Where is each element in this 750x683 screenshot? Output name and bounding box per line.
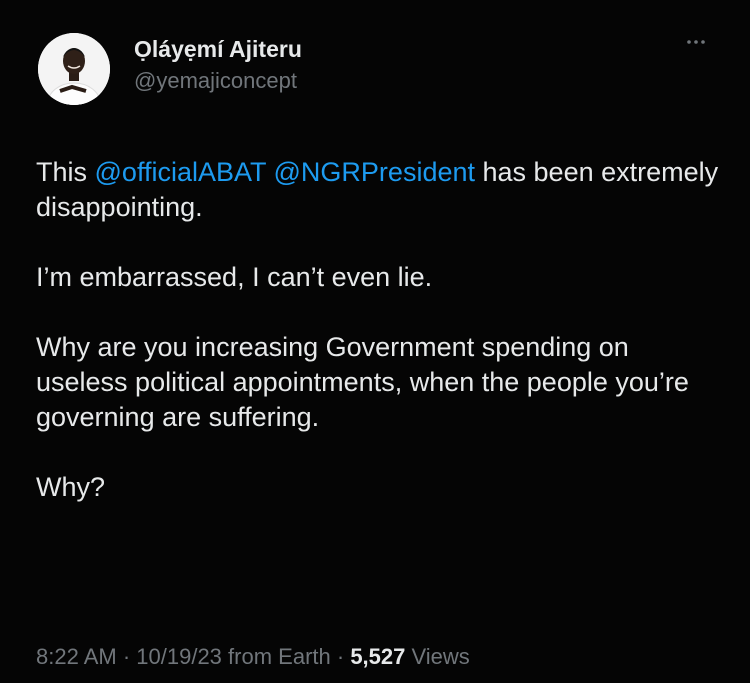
tweet-metadata: 8:22 AM · 10/19/23 from Earth · 5,527 Vi… <box>36 644 470 670</box>
tweet-paragraph-3: Why are you increasing Government spendi… <box>36 332 689 432</box>
tweet-paragraph-1: This @officialABAT @NGRPresident has bee… <box>36 155 726 225</box>
display-name[interactable]: Ọláyẹmí Ajiteru <box>134 36 302 63</box>
tweet-paragraph-4: Why? <box>36 472 106 502</box>
avatar[interactable] <box>38 33 110 105</box>
more-options-icon[interactable] <box>680 34 712 50</box>
text-segment: This <box>36 157 95 187</box>
views-label: Views <box>411 644 470 669</box>
tweet-date[interactable]: 10/19/23 <box>136 644 222 669</box>
avatar-photo <box>38 33 110 105</box>
tweet-source: from Earth <box>228 644 331 669</box>
tweet-text: This @officialABAT @NGRPresident has bee… <box>36 155 726 505</box>
views-count[interactable]: 5,527 <box>350 644 405 669</box>
tweet-paragraph-2: I’m embarrassed, I can’t even lie. <box>36 262 433 292</box>
separator-dot: · <box>330 644 351 669</box>
mention-link-ngrpresident[interactable]: @NGRPresident <box>274 157 475 187</box>
mention-link-officialabat[interactable]: @officialABAT <box>95 157 266 187</box>
separator-dot: · <box>116 644 137 669</box>
username-handle[interactable]: @yemajiconcept <box>134 68 297 94</box>
tweet-time[interactable]: 8:22 AM <box>36 644 117 669</box>
tweet-card: Ọláyẹmí Ajiteru @yemajiconcept This @off… <box>0 0 750 683</box>
